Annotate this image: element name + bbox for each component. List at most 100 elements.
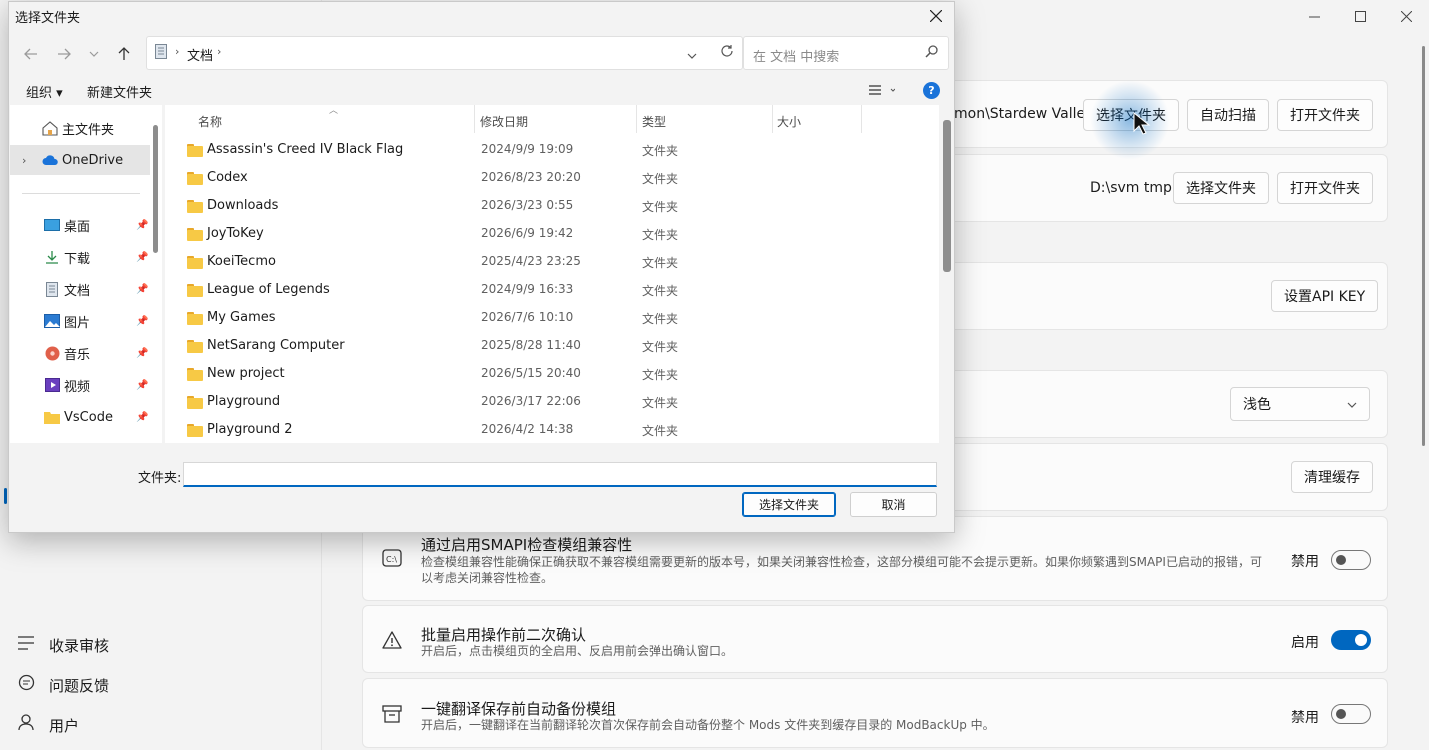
address-dropdown-icon[interactable] [687, 48, 697, 63]
nav-item-feedback[interactable]: 问题反馈 [0, 667, 300, 703]
breadcrumb-documents[interactable]: 文档 [187, 45, 213, 64]
table-row[interactable]: JoyToKey 2026/6/9 19:42 文件夹 [165, 221, 939, 249]
batch-confirm-title: 批量启用操作前二次确认 [421, 626, 587, 644]
documents-icon [155, 44, 167, 63]
sidebar-item-label: 音乐 [64, 347, 91, 363]
clear-cache-button[interactable]: 清理缓存 [1291, 461, 1373, 493]
cancel-button[interactable]: 取消 [850, 492, 937, 517]
sidebar-item-pictures[interactable]: 图片 📌 [10, 306, 150, 336]
game-open-folder-button[interactable]: 打开文件夹 [1277, 99, 1373, 131]
sidebar-item-label: 主文件夹 [62, 122, 115, 138]
auto-backup-state-label: 禁用 [1291, 710, 1319, 726]
pin-icon[interactable]: 📌 [136, 252, 148, 263]
help-icon[interactable]: ? [923, 82, 940, 99]
forward-button[interactable] [52, 42, 76, 66]
user-icon [16, 714, 36, 736]
smapi-check-state-label: 禁用 [1291, 554, 1319, 570]
folder-name-input[interactable] [183, 462, 937, 487]
sidebar-item-label: VsCode [64, 409, 113, 425]
select-folder-button[interactable]: 选择文件夹 [742, 492, 836, 517]
nav-item-review[interactable]: 收录审核 [0, 627, 300, 663]
nav-item-user[interactable]: 用户 [0, 707, 300, 743]
address-bar[interactable]: › 文档 › [146, 36, 743, 70]
theme-select[interactable]: 浅色 [1230, 387, 1370, 421]
chevron-down-icon [1347, 398, 1357, 411]
music-icon [44, 345, 60, 361]
arrow-right-icon [58, 48, 71, 60]
search-input[interactable]: 在 文档 中搜索 [743, 36, 949, 70]
warning-icon [381, 629, 403, 651]
recent-locations-button[interactable] [82, 42, 106, 66]
table-row[interactable]: Codex 2026/8/23 20:20 文件夹 [165, 165, 939, 193]
pin-icon[interactable]: 📌 [136, 412, 148, 423]
auto-backup-description: 开启后，一键翻译在当前翻译轮次首次保存前会自动备份整个 Mods 文件夹到缓存目… [421, 718, 995, 732]
sidebar-item-label: 下载 [64, 251, 91, 267]
back-button[interactable] [19, 42, 43, 66]
table-row[interactable]: New project 2026/5/15 20:40 文件夹 [165, 361, 939, 389]
svg-text:C:\: C:\ [386, 555, 397, 564]
game-select-folder-button[interactable]: 选择文件夹 [1083, 99, 1179, 131]
pictures-icon [44, 313, 60, 329]
sidebar-item-desktop[interactable]: 桌面 📌 [10, 210, 150, 240]
table-row[interactable]: KoeiTecmo 2025/4/23 23:25 文件夹 [165, 249, 939, 277]
cache-open-folder-button[interactable]: 打开文件夹 [1277, 172, 1373, 204]
sidebar-item-onedrive[interactable]: › OneDrive [10, 145, 150, 175]
table-row[interactable]: League of Legends 2024/9/9 16:33 文件夹 [165, 277, 939, 305]
auto-backup-toggle[interactable] [1331, 704, 1371, 724]
download-icon [44, 249, 60, 265]
pin-icon[interactable]: 📌 [136, 348, 148, 359]
table-row[interactable]: Assassin's Creed IV Black Flag 2024/9/9 1… [165, 137, 939, 165]
sidebar-item-home[interactable]: 主文件夹 [10, 113, 150, 143]
dialog-close-button[interactable] [924, 4, 948, 28]
nav-selection-indicator [4, 488, 7, 504]
theme-select-value: 浅色 [1243, 397, 1271, 413]
organize-menu[interactable]: 组织 ▾ [26, 82, 63, 101]
search-placeholder: 在 文档 中搜索 [753, 50, 840, 65]
pin-icon[interactable]: 📌 [136, 284, 148, 295]
content-scrollbar[interactable] [1422, 46, 1425, 446]
folder-icon [187, 424, 203, 437]
cache-select-folder-button[interactable]: 选择文件夹 [1173, 172, 1269, 204]
expand-chevron-icon[interactable]: › [22, 154, 34, 167]
column-divider[interactable] [636, 105, 637, 133]
pin-icon[interactable]: 📌 [136, 316, 148, 327]
sidebar-scrollbar[interactable] [153, 125, 158, 253]
auto-scan-button[interactable]: 自动扫描 [1187, 99, 1269, 131]
column-header-size[interactable]: 大小 [777, 113, 801, 130]
sort-ascending-icon: ︿ [329, 106, 339, 116]
view-options-button[interactable] [869, 84, 896, 99]
pin-icon[interactable]: 📌 [136, 380, 148, 391]
column-divider[interactable] [861, 105, 862, 133]
sidebar-item-label: 桌面 [64, 219, 91, 235]
sidebar-item-music[interactable]: 音乐 📌 [10, 338, 150, 368]
table-row[interactable]: NetSarang Computer 2025/8/28 11:40 文件夹 [165, 333, 939, 361]
column-header-type[interactable]: 类型 [642, 113, 666, 130]
table-row[interactable]: My Games 2026/7/6 10:10 文件夹 [165, 305, 939, 333]
folder-icon [187, 312, 203, 325]
sidebar-item-downloads[interactable]: 下载 📌 [10, 242, 150, 272]
folder-name-label: 文件夹: [138, 471, 182, 486]
table-row[interactable]: Playground 2 2026/4/2 14:38 文件夹 [165, 417, 939, 443]
pin-icon[interactable]: 📌 [136, 220, 148, 231]
sidebar-item-videos[interactable]: 视频 📌 [10, 370, 150, 400]
select-folder-dialog: 选择文件夹 › 文档 › 在 文档 中搜索 组织 ▾ 新建文件夹 ? 主文件夹 … [8, 1, 955, 533]
set-api-key-button[interactable]: 设置API KEY [1271, 280, 1379, 312]
file-list-scrollbar[interactable] [943, 120, 951, 272]
up-button[interactable] [112, 42, 136, 66]
table-row[interactable]: Playground 2026/3/17 22:06 文件夹 [165, 389, 939, 417]
column-header-modified[interactable]: 修改日期 [480, 113, 528, 130]
column-header-name[interactable]: 名称 [198, 113, 222, 130]
new-folder-button[interactable]: 新建文件夹 [87, 82, 152, 101]
list-icon [16, 635, 36, 655]
batch-confirm-toggle[interactable] [1331, 630, 1371, 650]
column-divider[interactable] [772, 105, 773, 133]
folder-icon [187, 200, 203, 213]
table-row[interactable]: Downloads 2026/3/23 0:55 文件夹 [165, 193, 939, 221]
sidebar-item-vscode[interactable]: VsCode 📌 [10, 402, 150, 432]
smapi-check-toggle[interactable] [1331, 550, 1371, 570]
sidebar-item-documents[interactable]: 文档 📌 [10, 274, 150, 304]
column-divider[interactable] [474, 105, 475, 133]
batch-confirm-state-label: 启用 [1291, 635, 1319, 651]
refresh-icon[interactable] [720, 44, 734, 62]
folder-icon [187, 172, 203, 185]
